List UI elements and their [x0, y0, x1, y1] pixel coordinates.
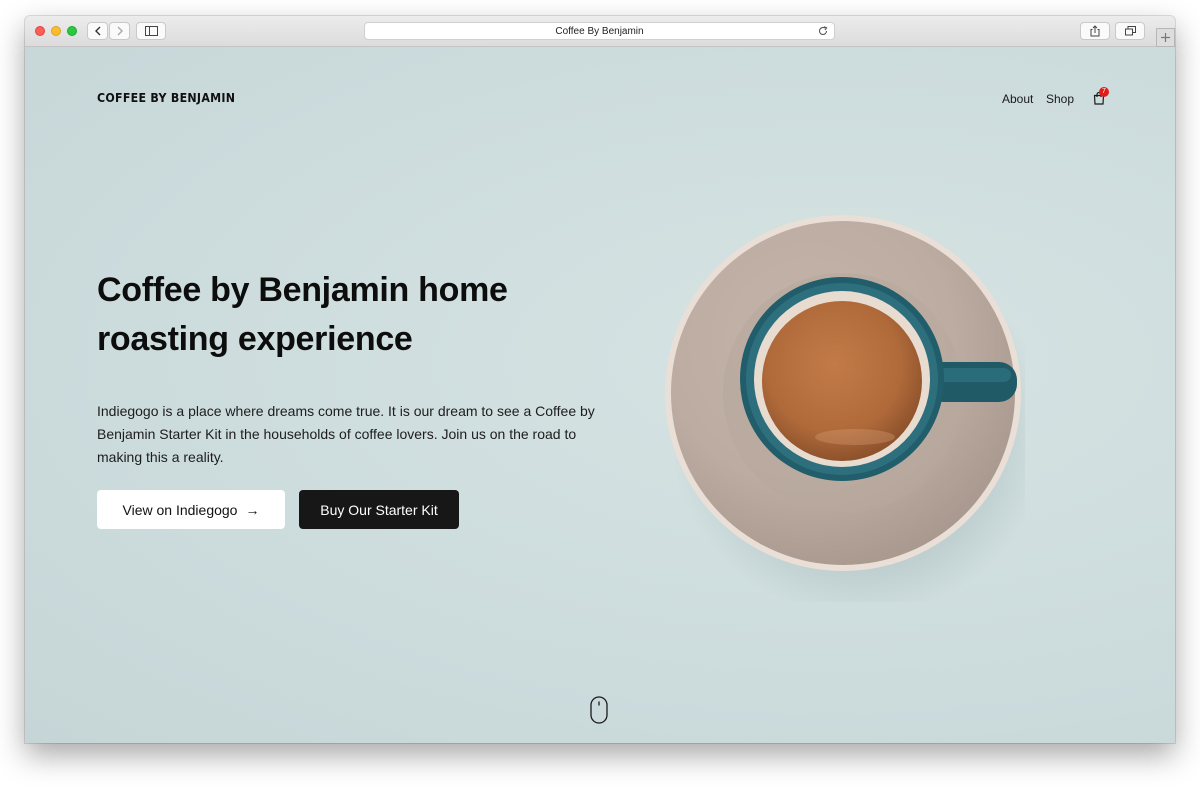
view-on-indiegogo-label: View on Indiegogo: [122, 501, 238, 518]
tabs-overview-button[interactable]: [1115, 22, 1145, 40]
nav-link-about[interactable]: About: [1002, 92, 1033, 106]
minimize-window-button[interactable]: [51, 26, 61, 36]
address-bar[interactable]: Coffee By Benjamin: [364, 22, 835, 40]
chevron-left-icon: [94, 26, 100, 36]
reload-icon[interactable]: [818, 26, 828, 36]
browser-window: Coffee By Benjamin COFFEE BY BENJAMIN Ab…: [25, 16, 1175, 743]
mouse-scroll-icon[interactable]: [590, 696, 608, 724]
view-on-indiegogo-button[interactable]: View on Indiegogo →: [97, 490, 285, 529]
coffee-cup-image: [665, 215, 1025, 602]
new-tab-button[interactable]: [1156, 28, 1175, 47]
sidebar-button[interactable]: [136, 22, 166, 40]
sidebar-icon: [144, 26, 158, 36]
address-text: Coffee By Benjamin: [555, 25, 644, 37]
nav-link-shop[interactable]: Shop: [1046, 92, 1074, 106]
cart-count-badge: 7: [1099, 87, 1109, 97]
chevron-right-icon: [117, 26, 123, 36]
close-window-button[interactable]: [35, 26, 45, 36]
share-icon: [1090, 25, 1100, 37]
site-logo[interactable]: COFFEE BY BENJAMIN: [97, 91, 235, 105]
buy-starter-kit-button[interactable]: Buy Our Starter Kit: [299, 490, 459, 529]
share-button[interactable]: [1080, 22, 1110, 40]
zoom-window-button[interactable]: [67, 26, 77, 36]
plus-icon: [1161, 33, 1170, 42]
browser-toolbar: Coffee By Benjamin: [25, 16, 1175, 47]
arrow-right-icon: →: [245, 501, 260, 518]
buy-starter-kit-label: Buy Our Starter Kit: [320, 501, 438, 518]
forward-button[interactable]: [109, 22, 130, 40]
hero-title: Coffee by Benjamin home roasting experie…: [97, 271, 508, 358]
back-button[interactable]: [87, 22, 108, 40]
web-page: COFFEE BY BENJAMIN About Shop 7 Coffee b…: [25, 47, 1175, 743]
tabs-icon: [1124, 26, 1136, 36]
hero-description: Indiegogo is a place where dreams come t…: [97, 403, 595, 465]
